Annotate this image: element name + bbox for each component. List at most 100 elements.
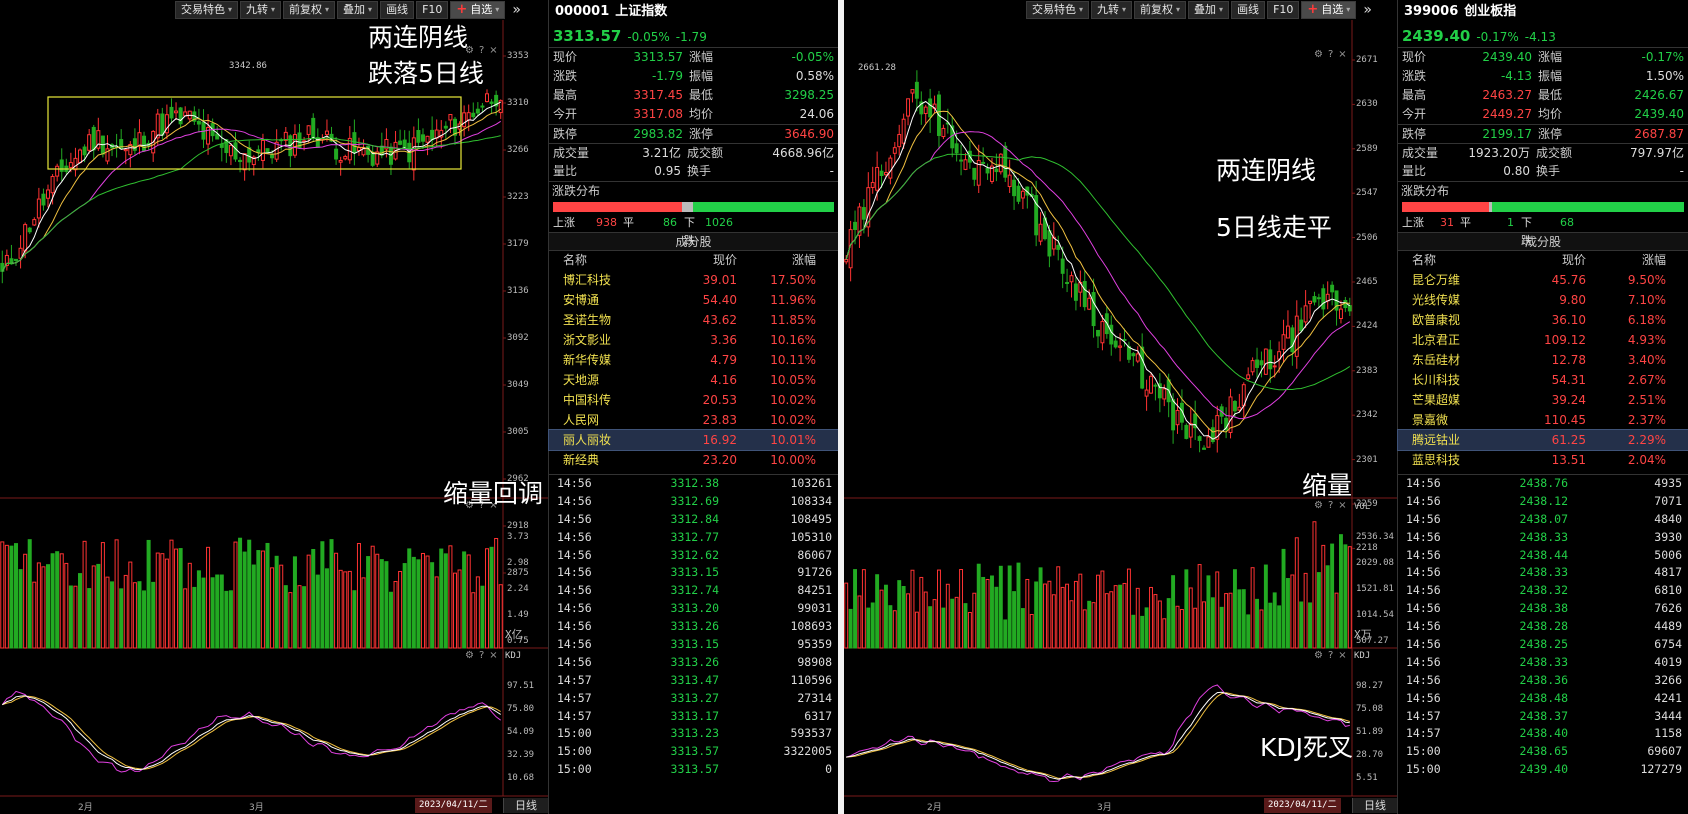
stock-header: 399006 创业板指 xyxy=(1398,0,1688,24)
component-row[interactable]: 光线传媒 9.80 7.10% xyxy=(1398,290,1688,310)
price-axis-label: 2424 xyxy=(1356,321,1378,332)
component-row[interactable]: 腾远钴业 61.25 2.29% xyxy=(1397,429,1688,451)
component-row[interactable]: 蓝思科技 13.51 2.04% xyxy=(1398,450,1688,470)
components-header: 名称 现价 涨幅 xyxy=(1398,251,1688,270)
component-price: 54.40 xyxy=(702,293,737,307)
component-row[interactable]: 新华传媒 4.79 10.11% xyxy=(549,350,838,370)
volume-bar xyxy=(219,574,224,649)
close-icon[interactable]: × xyxy=(1338,50,1346,60)
component-row[interactable]: 浙文影业 3.36 10.16% xyxy=(549,330,838,350)
component-change: 4.93% xyxy=(1627,333,1666,347)
kline-chart-area[interactable] xyxy=(844,0,1397,814)
period-selector[interactable]: 日线 xyxy=(1352,798,1397,813)
volume-bar xyxy=(1330,543,1335,649)
volume-bar xyxy=(311,548,316,649)
quote-key: 成交额 xyxy=(687,146,724,160)
quote-key: 现价 xyxy=(553,50,578,64)
component-row[interactable]: 安博通 54.40 11.96% xyxy=(549,290,838,310)
tick-time: 15:00 xyxy=(1406,762,1441,777)
close-icon[interactable]: × xyxy=(1338,651,1346,661)
volume-axis-label: 3.73 xyxy=(507,532,529,542)
volume-bar xyxy=(457,569,462,649)
gear-icon[interactable]: ⚙ xyxy=(1314,501,1323,511)
tick-time: 14:56 xyxy=(1406,511,1441,526)
volume-bar xyxy=(1140,615,1145,649)
tick-list[interactable]: 14:56 2438.76 4935 14:56 2438.12 7071 14:56 243… xyxy=(1398,474,1688,779)
volume-bar xyxy=(82,540,87,649)
volume-bar xyxy=(1118,584,1123,649)
quote-row: 涨跌 -1.79 振幅 0.58% xyxy=(549,67,838,86)
gear-icon[interactable]: ⚙ xyxy=(1314,50,1323,60)
volume-axis-label: 2.24 xyxy=(507,584,529,594)
component-price: 12.78 xyxy=(1551,353,1586,367)
volume-bar xyxy=(870,602,875,649)
volume-bar xyxy=(1153,594,1158,649)
kline-chart-area[interactable] xyxy=(0,0,548,814)
tick-price: 2438.36 xyxy=(1519,672,1568,687)
quote-row: 今开 3317.08 均价 24.06 xyxy=(549,105,838,124)
component-row[interactable]: 圣诺生物 43.62 11.85% xyxy=(549,310,838,330)
component-row[interactable]: 芒果超媒 39.24 2.51% xyxy=(1398,390,1688,410)
tick-time: 14:56 xyxy=(557,565,592,580)
help-icon[interactable]: ? xyxy=(1328,50,1333,60)
component-price: 39.24 xyxy=(1551,393,1586,407)
component-row[interactable]: 博汇科技 39.01 17.50% xyxy=(549,270,838,290)
component-row[interactable]: 昆仑万维 45.76 9.50% xyxy=(1398,270,1688,290)
close-icon[interactable]: × xyxy=(1338,501,1346,511)
candle-body xyxy=(963,159,968,170)
volume-bar xyxy=(174,548,179,649)
help-icon[interactable]: ? xyxy=(1328,501,1333,511)
distribution-down: 68 xyxy=(1560,216,1574,229)
gear-icon[interactable]: ⚙ xyxy=(465,651,474,661)
component-row[interactable]: 天地源 4.16 10.05% xyxy=(549,370,838,390)
help-icon[interactable]: ? xyxy=(479,651,484,661)
tick-time: 14:56 xyxy=(1406,690,1441,705)
volume-bar xyxy=(50,553,55,649)
candle-body xyxy=(1312,296,1317,303)
component-row[interactable]: 新经典 23.20 10.00% xyxy=(549,450,838,470)
distribution-up_label: 上涨 xyxy=(553,216,575,229)
volume-bar xyxy=(866,607,871,649)
volume-bar xyxy=(1193,607,1198,649)
component-row[interactable]: 长川科技 54.31 2.67% xyxy=(1398,370,1688,390)
volume-bar xyxy=(142,590,147,649)
close-icon[interactable]: × xyxy=(489,651,497,661)
help-icon[interactable]: ? xyxy=(1328,651,1333,661)
component-row[interactable]: 东岳硅材 12.78 3.40% xyxy=(1398,350,1688,370)
volume-bar xyxy=(402,563,407,649)
component-name: 昆仑万维 xyxy=(1412,273,1461,287)
tick-list[interactable]: 14:56 3312.38 103261 14:56 3312.69 108334 14:5… xyxy=(549,474,838,779)
volume-bar xyxy=(1268,602,1273,649)
help-icon[interactable]: ? xyxy=(479,46,484,56)
volume-bar xyxy=(233,541,238,649)
volume-bar xyxy=(448,545,453,649)
component-row[interactable]: 北京君正 109.12 4.93% xyxy=(1398,330,1688,350)
tick-price: 3313.26 xyxy=(670,619,719,634)
candle-body xyxy=(1020,190,1025,199)
candle-body xyxy=(901,118,906,144)
candle-body xyxy=(875,166,880,191)
gear-icon[interactable]: ⚙ xyxy=(1314,651,1323,661)
annotation-text: 两连阴线 xyxy=(368,23,469,52)
price-line: 2439.40 -0.17% -4.13 xyxy=(1398,24,1688,48)
component-row[interactable]: 人民网 23.83 10.02% xyxy=(549,410,838,430)
pane-controls: ⚙? × xyxy=(465,651,498,661)
component-row[interactable]: 丽人丽妆 16.92 10.01% xyxy=(548,429,838,451)
volume-bar xyxy=(100,542,105,649)
volume-bar xyxy=(1334,592,1339,649)
kdj-axis-label: 54.09 xyxy=(507,727,535,737)
tick-row: 14:56 3312.74 84251 xyxy=(549,582,838,600)
volume-bar xyxy=(1043,583,1047,649)
candle-body xyxy=(425,135,430,143)
close-icon[interactable]: × xyxy=(489,46,497,56)
component-row[interactable]: 欧普康视 36.10 6.18% xyxy=(1398,310,1688,330)
volume-bar xyxy=(1215,571,1220,649)
candle-body xyxy=(1007,174,1012,188)
candle-body xyxy=(475,108,480,114)
quote-row: 最高 2463.27 最低 2426.67 xyxy=(1398,86,1688,105)
period-selector[interactable]: 日线 xyxy=(503,798,548,813)
volume-bar xyxy=(41,566,46,649)
volume-bar xyxy=(1179,609,1184,649)
component-row[interactable]: 中国科传 20.53 10.02% xyxy=(549,390,838,410)
component-row[interactable]: 景嘉微 110.45 2.37% xyxy=(1398,410,1688,430)
